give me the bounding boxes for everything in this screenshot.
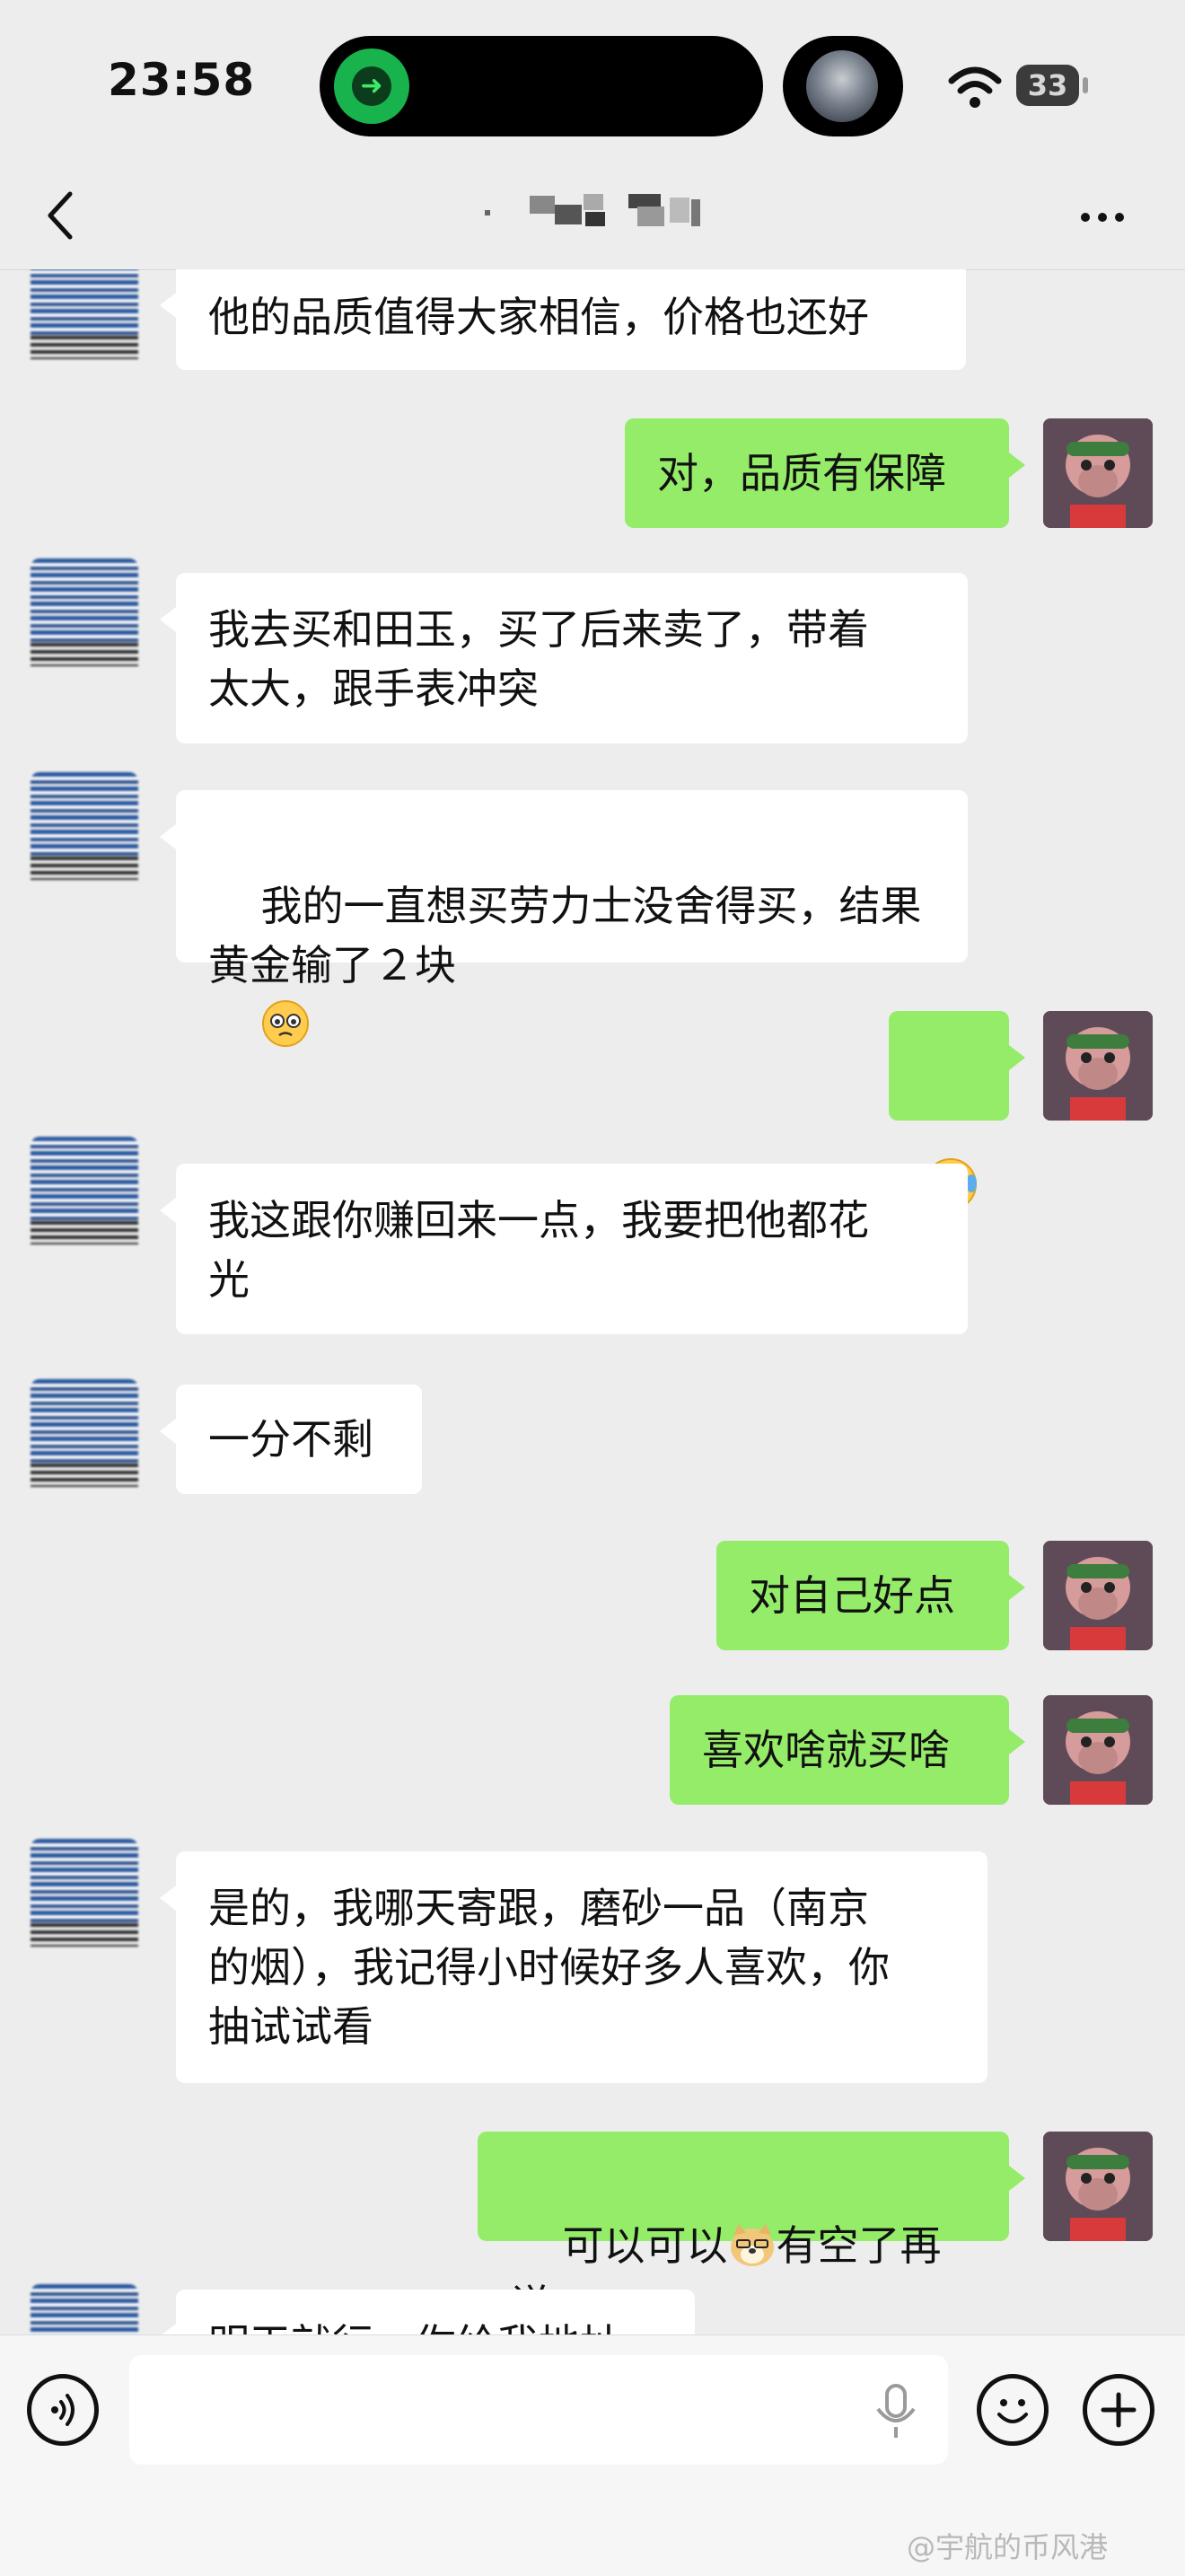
ape-avatar-icon xyxy=(1043,418,1153,528)
user-avatar[interactable] xyxy=(1043,1011,1153,1121)
message-bubble-incoming[interactable]: 我这跟你赚回来一点，我要把他都花 光 xyxy=(160,1164,968,1334)
ape-avatar-icon xyxy=(1043,2132,1153,2241)
message-bubble-incoming[interactable]: 一分不剩 xyxy=(160,1385,422,1494)
chat-message-list[interactable]: 他的品质值得大家相信，价格也还好 对，品质有保障 我去买和田玉，买了后来卖了，带… xyxy=(0,269,1185,2334)
battery-cap xyxy=(1083,77,1088,93)
contact-avatar[interactable] xyxy=(31,558,138,666)
dynamic-island[interactable]: ➜ xyxy=(320,36,763,136)
battery-icon: 33 xyxy=(1016,65,1079,106)
message-bubble-outgoing[interactable]: 对自己好点 xyxy=(716,1541,1025,1650)
status-time: 23:58 xyxy=(108,54,256,106)
microphone-icon[interactable] xyxy=(869,2382,923,2440)
contact-avatar[interactable] xyxy=(31,1379,138,1487)
message-bubble-incoming[interactable]: 我的一直想买劳力士没舍得买，结果 黄金输了２块 xyxy=(160,790,968,1047)
chat-header xyxy=(0,162,1185,270)
doge-emoji xyxy=(730,2224,774,2266)
smiley-face-icon[interactable] xyxy=(977,2374,1049,2446)
chat-title-blurred xyxy=(485,194,700,226)
message-bubble-incoming[interactable]: 我去买和田玉，买了后来卖了，带着 太大，跟手表冲突 xyxy=(160,573,968,743)
ape-avatar-icon xyxy=(1043,1011,1153,1121)
plus-icon[interactable] xyxy=(1083,2374,1154,2446)
message-bubble-incoming[interactable]: 是的，我哪天寄跟，磨砂一品（南京 的烟），我记得小时候好多人喜欢，你 抽试试看 xyxy=(160,1851,988,2083)
user-avatar[interactable] xyxy=(1043,1695,1153,1805)
message-text-before: 可以可以 xyxy=(562,2221,728,2270)
status-bar: 23:58 ➜ 33 xyxy=(0,0,1185,162)
message-bubble-outgoing[interactable]: 可以可以 有空了再说 xyxy=(478,2132,1025,2329)
ape-avatar-icon xyxy=(1043,1695,1153,1805)
media-thumbnail[interactable] xyxy=(783,36,903,136)
message-bubble-outgoing[interactable] xyxy=(889,1011,1025,1210)
chevron-left-icon[interactable] xyxy=(43,189,79,242)
wifi-icon xyxy=(948,66,1002,108)
contact-avatar[interactable] xyxy=(31,1839,138,1947)
message-input[interactable] xyxy=(129,2355,948,2465)
watermark: @宇航的币风港 xyxy=(907,2530,1109,2564)
contact-avatar[interactable] xyxy=(31,2284,138,2334)
message-bubble-outgoing[interactable]: 喜欢啥就买啥 xyxy=(670,1695,1025,1805)
voice-icon[interactable] xyxy=(27,2374,99,2446)
contact-avatar[interactable] xyxy=(31,1137,138,1244)
user-avatar[interactable] xyxy=(1043,418,1153,528)
message-bubble-outgoing[interactable]: 对，品质有保障 xyxy=(625,418,1025,528)
ape-avatar-icon xyxy=(1043,1541,1153,1650)
user-avatar[interactable] xyxy=(1043,1541,1153,1650)
message-bubble-incoming[interactable]: 他的品质值得大家相信，价格也还好 xyxy=(160,269,966,370)
contact-avatar[interactable] xyxy=(31,269,138,359)
message-bubble-incoming[interactable]: 明天就行，你给我地址 xyxy=(160,2290,695,2334)
user-avatar[interactable] xyxy=(1043,2132,1153,2241)
pleading-face-emoji xyxy=(261,1000,309,1047)
running-app-icon[interactable]: ➜ xyxy=(334,48,409,124)
contact-avatar[interactable] xyxy=(31,772,138,880)
more-dots-icon[interactable] xyxy=(1081,208,1135,223)
message-text: 我的一直想买劳力士没舍得买，结果 黄金输了２块 xyxy=(208,882,922,989)
